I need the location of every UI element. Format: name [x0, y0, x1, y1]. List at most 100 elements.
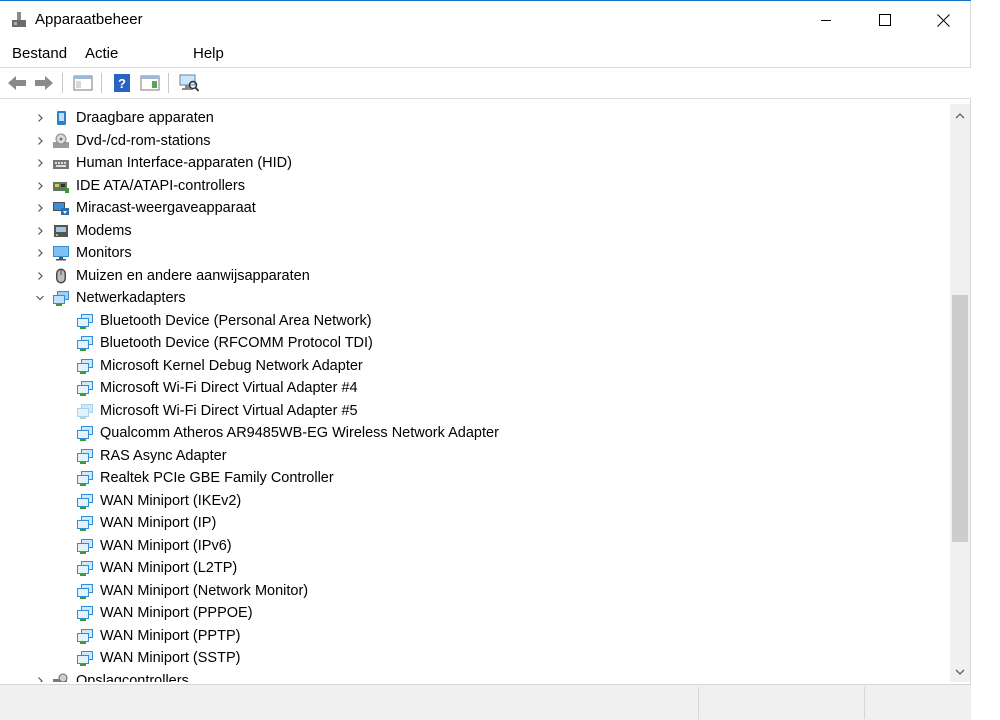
menu-actie[interactable]: Actie: [85, 45, 118, 62]
tree-item-label: Microsoft Kernel Debug Network Adapter: [100, 357, 363, 374]
tree-category[interactable]: Modems: [52, 220, 132, 242]
portable-device-icon: [57, 111, 66, 125]
maximize-button[interactable]: [856, 1, 914, 39]
network-adapter-item-icon: [77, 583, 93, 599]
tree-item-label: WAN Miniport (Network Monitor): [100, 582, 309, 599]
network-adapter-item-icon: [77, 313, 93, 329]
expand-chevron-right-icon[interactable]: [34, 270, 46, 282]
tree-item-label: WAN Miniport (IPv6): [100, 537, 232, 554]
toolbar-separator: [62, 73, 63, 93]
tree-category[interactable]: Muizen en andere aanwijsapparaten: [52, 265, 310, 287]
network-adapter-item[interactable]: RAS Async Adapter: [76, 445, 227, 467]
network-adapter-item-icon: [77, 628, 93, 644]
mouse-icon: [56, 268, 66, 283]
tree-item-label: Netwerkadapters: [76, 290, 186, 306]
expand-chevron-right-icon[interactable]: [34, 180, 46, 192]
modem-icon: [54, 224, 68, 237]
network-adapter-item-icon: [77, 381, 93, 396]
action-pane-icon: [140, 75, 160, 91]
network-adapter-item[interactable]: Bluetooth Device (Personal Area Network): [76, 310, 372, 332]
menu-help[interactable]: Help: [193, 45, 224, 62]
network-adapter-item[interactable]: Realtek PCIe GBE Family Controller: [76, 467, 334, 489]
expand-chevron-right-icon[interactable]: [34, 247, 46, 259]
device-tree: Draagbare apparaten Dvd-/cd-rom-stations H…: [2, 104, 950, 682]
scroll-down-button[interactable]: [950, 662, 970, 682]
network-adapter-item[interactable]: WAN Miniport (PPTP): [76, 625, 240, 647]
tree-item-label: Qualcomm Atheros AR9485WB-EG Wireless Ne…: [100, 425, 499, 441]
network-adapter-item[interactable]: WAN Miniport (IKEv2): [76, 490, 241, 512]
network-adapter-item[interactable]: Qualcomm Atheros AR9485WB-EG Wireless Ne…: [76, 422, 499, 444]
tree-item-label: Dvd-/cd-rom-stations: [76, 132, 211, 149]
tree-category[interactable]: IDE ATA/ATAPI-controllers: [52, 175, 245, 197]
chevron-up-icon: [955, 113, 965, 119]
scroll-up-button[interactable]: [950, 106, 970, 126]
tree-item-label: WAN Miniport (L2TP): [100, 560, 238, 576]
network-adapter-item[interactable]: Bluetooth Device (RFCOMM Protocol TDI): [76, 332, 373, 354]
menu-bestand[interactable]: Bestand: [12, 45, 67, 62]
network-adapter-item[interactable]: WAN Miniport (PPPOE): [76, 602, 253, 624]
svg-text:?: ?: [118, 76, 126, 91]
expand-chevron-right-icon[interactable]: [34, 675, 46, 683]
tree-category[interactable]: Dvd-/cd-rom-stations: [52, 130, 211, 152]
network-adapter-item-icon: [77, 561, 93, 576]
tree-category[interactable]: Miracast-weergaveapparaat: [52, 197, 256, 219]
network-adapter-item[interactable]: Microsoft Kernel Debug Network Adapter: [76, 355, 363, 377]
network-adapter-item[interactable]: WAN Miniport (Network Monitor): [76, 580, 308, 602]
expand-chevron-right-icon[interactable]: [34, 112, 46, 124]
tree-item-label: Microsoft Wi-Fi Direct Virtual Adapter #…: [100, 380, 358, 396]
scan-hardware-button[interactable]: [177, 72, 201, 94]
forward-button[interactable]: [32, 72, 56, 94]
network-adapter-item-icon: [77, 403, 93, 419]
toolbar-separator: [101, 73, 102, 93]
show-action-pane-button[interactable]: [138, 72, 162, 94]
tree-item-label: Muizen en andere aanwijsapparaten: [76, 267, 310, 284]
network-adapter-item[interactable]: WAN Miniport (SSTP): [76, 647, 240, 669]
tree-item-label: IDE ATA/ATAPI-controllers: [76, 177, 245, 194]
network-adapter-item[interactable]: Microsoft Wi-Fi Direct Virtual Adapter #…: [76, 377, 358, 399]
tree-category[interactable]: Opslagcontrollers: [52, 670, 189, 682]
network-adapter-item[interactable]: WAN Miniport (IPv6): [76, 535, 232, 557]
show-hide-console-tree-button[interactable]: [71, 72, 95, 94]
scan-hardware-icon: [179, 74, 200, 92]
network-adapter-item-icon: [77, 606, 93, 621]
toolbar-separator: [168, 73, 169, 93]
tree-item-label: Bluetooth Device (RFCOMM Protocol TDI): [100, 335, 373, 351]
network-adapter-item[interactable]: WAN Miniport (L2TP): [76, 557, 237, 579]
tree-item-label: Modems: [76, 222, 132, 239]
network-adapter-item[interactable]: Microsoft Wi-Fi Direct Virtual Adapter #…: [76, 400, 358, 422]
tree-category[interactable]: Draagbare apparaten: [52, 107, 214, 129]
expand-chevron-right-icon[interactable]: [34, 225, 46, 237]
device-manager-app-icon: [12, 12, 26, 27]
tree-category[interactable]: Human Interface-apparaten (HID): [52, 152, 292, 174]
expand-chevron-down-icon[interactable]: [34, 292, 46, 304]
network-adapter-item-icon: [77, 471, 93, 486]
tree-item-label: Human Interface-apparaten (HID): [76, 155, 292, 171]
help-button[interactable]: ?: [110, 72, 134, 94]
status-separator: [698, 687, 699, 719]
ide-controller-icon: [53, 181, 69, 193]
expand-chevron-right-icon[interactable]: [34, 202, 46, 214]
scrollbar-thumb[interactable]: [952, 295, 968, 542]
device-manager-window: Apparaatbeheer Bestand Actie Help ? Draa…: [0, 0, 971, 720]
back-button[interactable]: [5, 72, 29, 94]
minimize-icon: [821, 20, 831, 21]
window-title: Apparaatbeheer: [35, 11, 143, 28]
network-adapter-item[interactable]: WAN Miniport (IP): [76, 512, 216, 534]
vertical-scrollbar[interactable]: [950, 104, 970, 682]
arrow-left-icon: [8, 76, 26, 90]
monitor-icon: [53, 246, 69, 261]
network-adapter-item-icon: [77, 516, 93, 531]
expand-chevron-right-icon[interactable]: [34, 157, 46, 169]
close-button[interactable]: [914, 1, 972, 39]
network-adapter-item-icon: [77, 336, 93, 351]
network-adapter-item-icon: [77, 448, 93, 464]
tree-category-expanded[interactable]: Netwerkadapters: [52, 287, 186, 309]
help-icon: ?: [114, 74, 130, 92]
menu-bar: Bestand Actie Help: [0, 42, 971, 66]
expand-chevron-right-icon[interactable]: [34, 135, 46, 147]
minimize-button[interactable]: [797, 1, 855, 39]
dvd-drive-icon: [53, 133, 69, 148]
tree-item-label: Bluetooth Device (Personal Area Network): [100, 312, 372, 329]
close-icon: [936, 13, 950, 27]
tree-category[interactable]: Monitors: [52, 242, 132, 264]
